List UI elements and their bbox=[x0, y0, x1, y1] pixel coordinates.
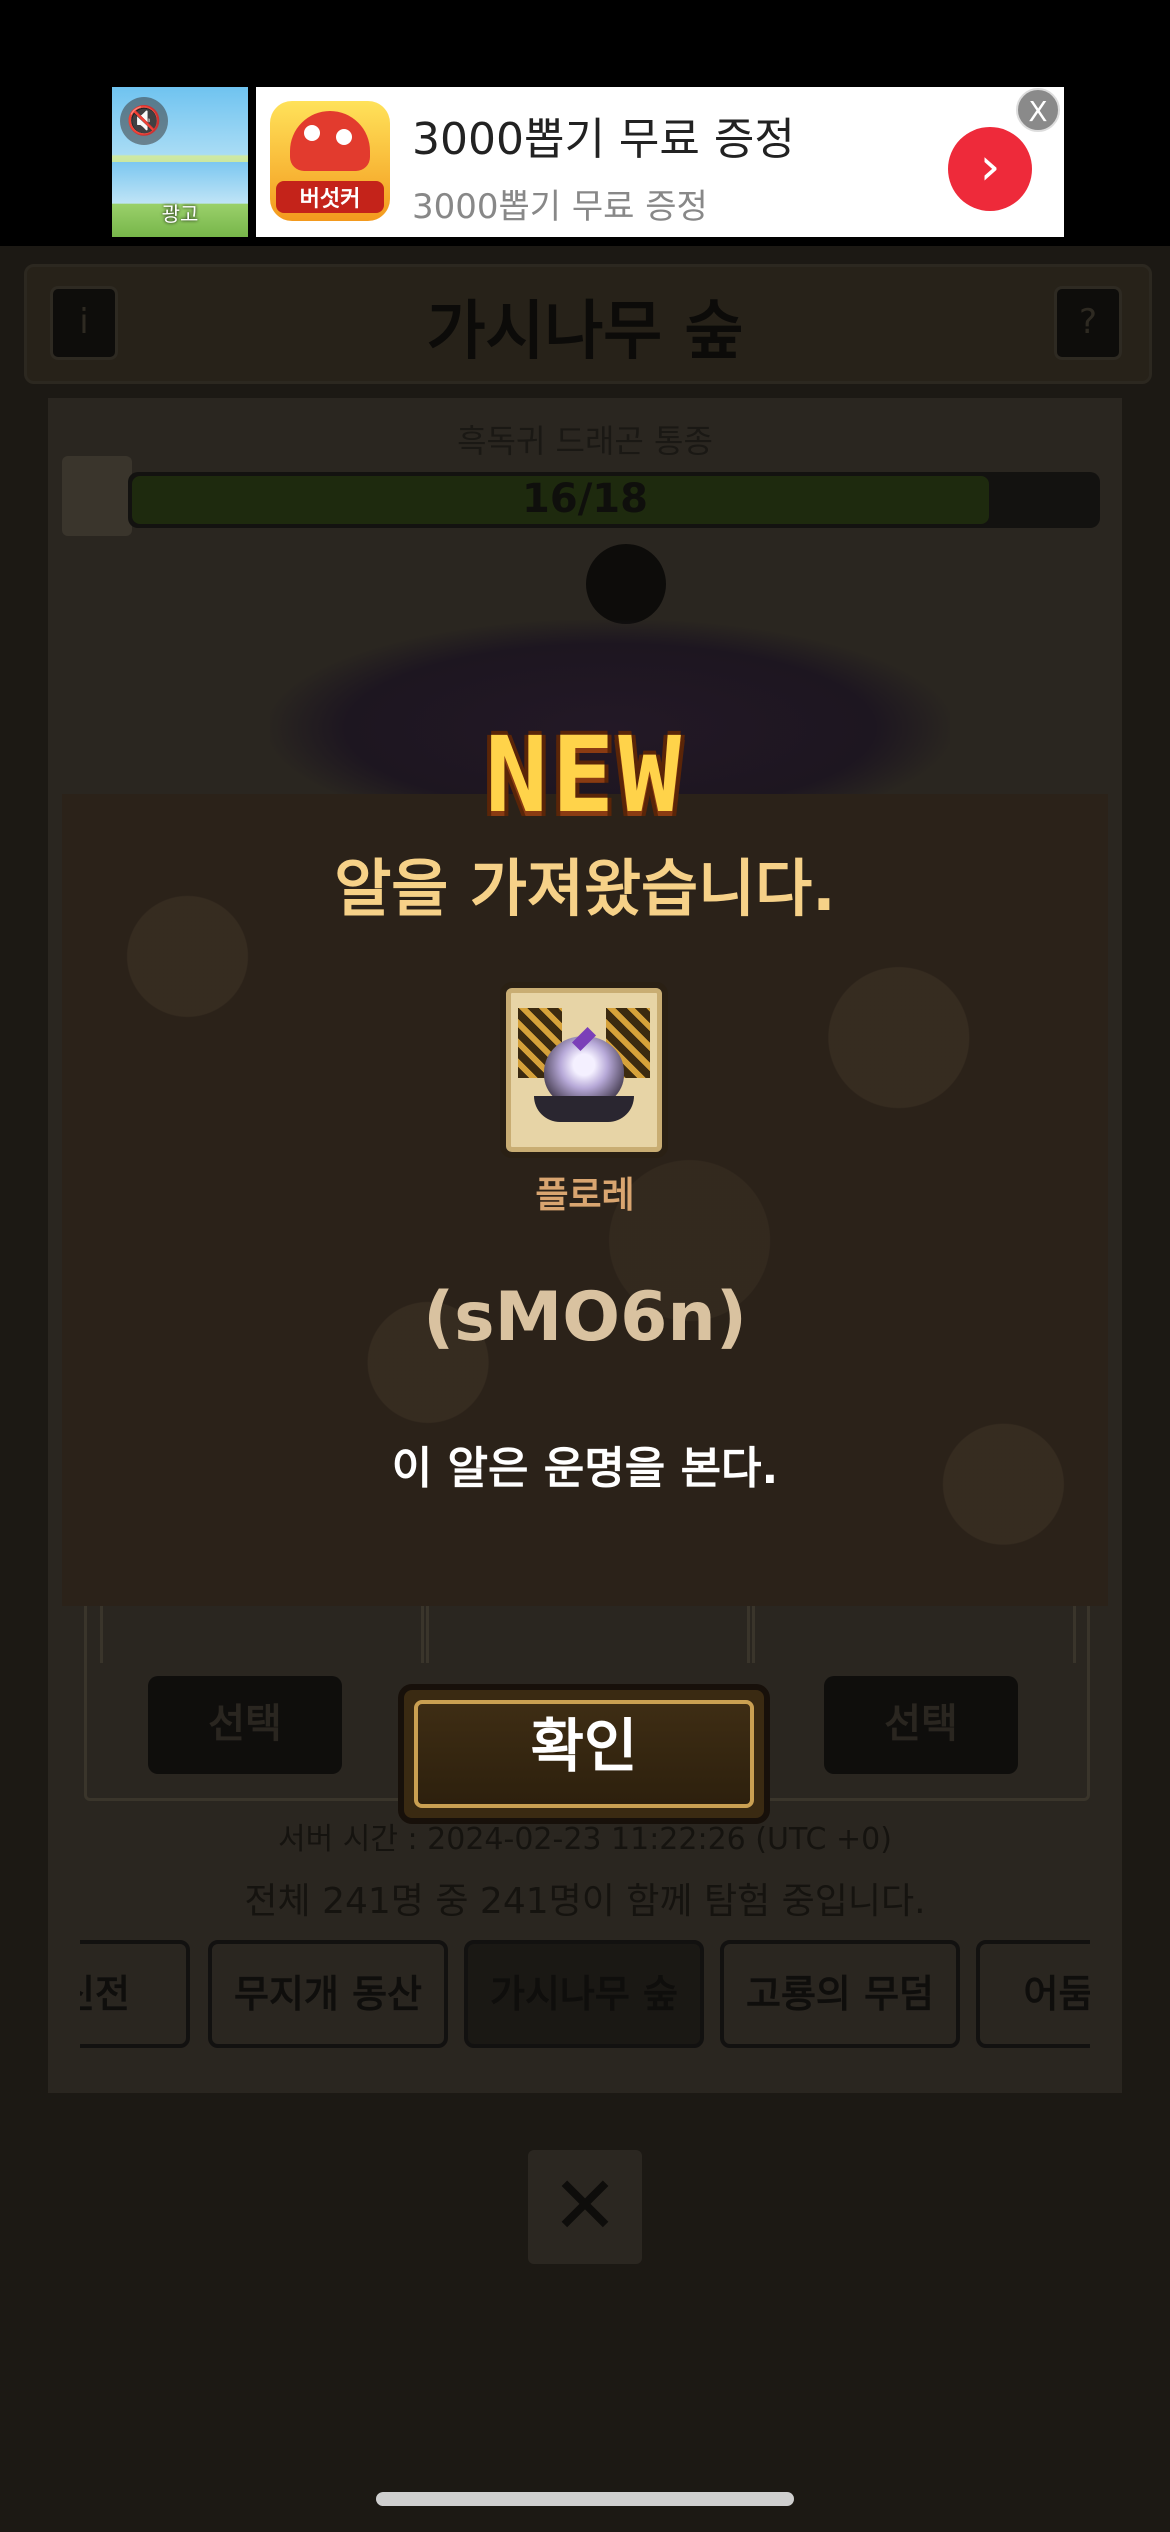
egg-slot-3 bbox=[752, 1600, 1076, 1663]
location-pin-icon bbox=[586, 544, 666, 624]
tab-dragon-tomb[interactable]: 고룡의 무덤 bbox=[720, 1940, 960, 2048]
boss-name: 흑독귀 드래곤 통종 bbox=[457, 422, 713, 460]
boss-hp-text: 16/18 bbox=[522, 476, 648, 522]
egg-icon bbox=[500, 982, 668, 1158]
tab-darkness[interactable]: 어둠의 bbox=[976, 1940, 1090, 2048]
close-x-icon[interactable]: ✕ bbox=[528, 2150, 642, 2264]
stage-title: 가시나무 숲 bbox=[426, 295, 744, 369]
ad-title[interactable]: 3000뽑기 무료 증정 bbox=[412, 103, 795, 167]
speaker-muted-icon[interactable]: 🔇 bbox=[120, 97, 168, 145]
home-indicator[interactable] bbox=[376, 2492, 794, 2506]
ad-label: 광고 bbox=[161, 202, 199, 226]
new-badge: NEW bbox=[485, 714, 685, 836]
ad-banner[interactable]: 버섯커 3000뽑기 무료 증정 3000뽑기 무료 증정 › bbox=[256, 87, 1064, 237]
confirm-label: 확인 bbox=[530, 1712, 638, 1780]
egg-slot-2 bbox=[426, 1600, 750, 1663]
modal-title: 알을 가져왔습니다. bbox=[334, 852, 836, 925]
select-button-3[interactable]: 선택 bbox=[824, 1676, 1018, 1774]
help-button[interactable]: ? bbox=[1054, 286, 1122, 360]
egg-name: 플로레 bbox=[535, 1175, 635, 1216]
tab-thorn-forest[interactable]: 가시나무 숲 bbox=[464, 1940, 704, 2048]
mushroom-icon bbox=[290, 111, 370, 171]
egg-code: (sMO6n) bbox=[423, 1278, 747, 1357]
tab-shrine[interactable]: 신전 bbox=[80, 1940, 190, 2048]
ad-close-button[interactable]: X bbox=[1016, 88, 1060, 132]
ad-thumbnail[interactable]: 🔇 광고 bbox=[112, 87, 248, 237]
ad-app-icon[interactable]: 버섯커 bbox=[270, 101, 390, 221]
players-exploring: 전체 241명 중 241명이 함께 탐험 중입니다. bbox=[244, 1881, 926, 1922]
stage-tabs: 신전 무지개 동산 가시나무 숲 고룡의 무덤 어둠의 bbox=[80, 1938, 1090, 2056]
tab-rainbow-hill[interactable]: 무지개 동산 bbox=[208, 1940, 448, 2048]
confirm-button[interactable]: 확인 bbox=[398, 1684, 770, 1824]
chevron-right-icon[interactable]: › bbox=[948, 127, 1032, 211]
select-button-1[interactable]: 선택 bbox=[148, 1676, 342, 1774]
egg-slot-1 bbox=[100, 1600, 424, 1663]
egg-description: 이 알은 운명을 본다. bbox=[391, 1443, 779, 1494]
egg-base bbox=[534, 1096, 634, 1122]
ad-subtitle: 3000뽑기 무료 증정 bbox=[412, 187, 708, 227]
ad-app-name: 버섯커 bbox=[276, 181, 384, 213]
